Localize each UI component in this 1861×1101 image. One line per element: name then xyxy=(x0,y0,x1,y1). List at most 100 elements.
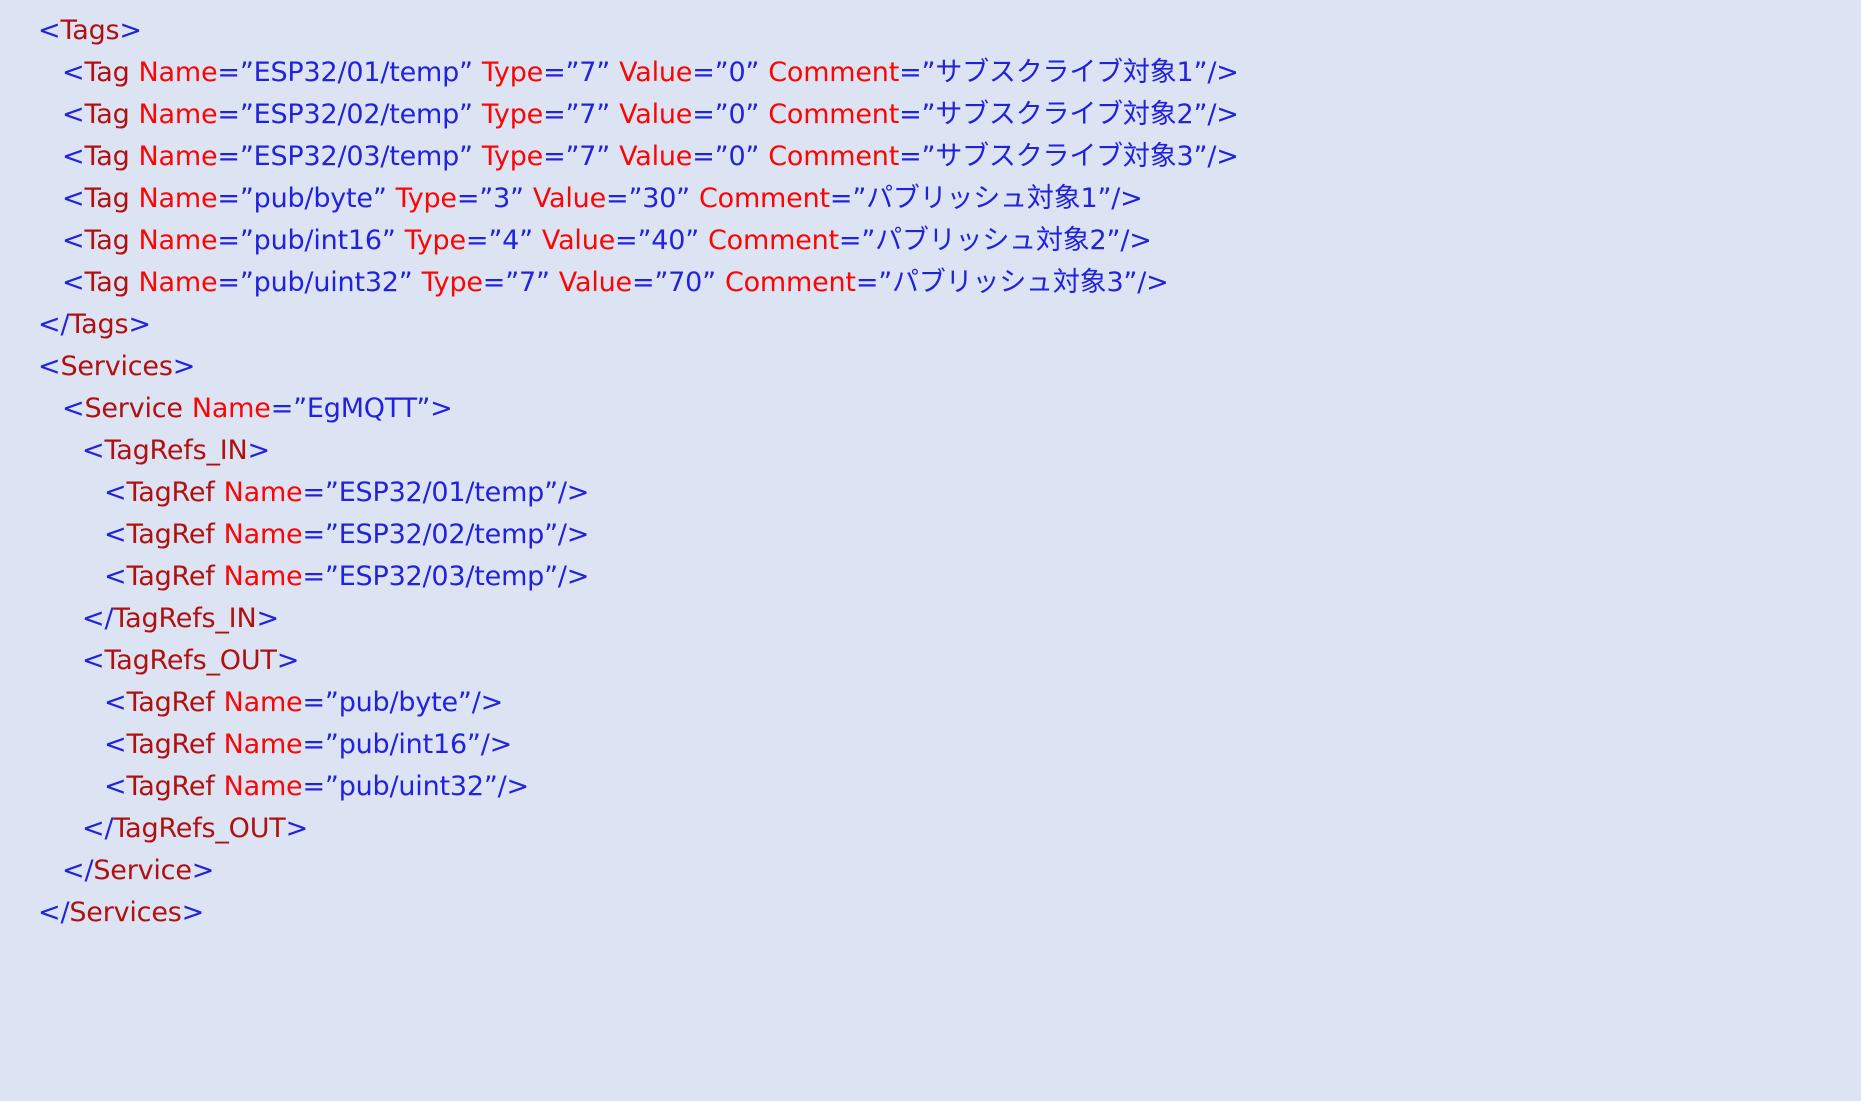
self-close-bracket: /> xyxy=(1111,183,1143,214)
code-line: </TagRefs_OUT> xyxy=(0,808,1861,850)
angle-bracket-close: > xyxy=(285,813,309,844)
attribute-value: ”0” xyxy=(714,99,760,130)
angle-bracket-close: > xyxy=(247,435,271,466)
attribute-value: ”パブリッシュ対象2” xyxy=(861,225,1121,256)
code-line: <TagRef Name=”ESP32/03/temp”/> xyxy=(0,556,1861,598)
equals-sign: = xyxy=(899,99,922,130)
attribute-value: ”40” xyxy=(637,225,700,256)
attribute-name: Comment xyxy=(768,141,900,172)
attribute-value: ”pub/uint32” xyxy=(239,267,413,298)
equals-sign: = xyxy=(302,771,325,802)
element-name: Tag xyxy=(84,141,130,172)
angle-bracket-close: > xyxy=(276,645,300,676)
attribute-value: ”pub/byte” xyxy=(239,183,387,214)
element-name: TagRefs_IN xyxy=(113,603,257,634)
element-name: TagRefs_OUT xyxy=(113,813,286,844)
equals-sign: = xyxy=(456,183,480,214)
attribute-name: Type xyxy=(481,57,544,88)
self-close-bracket: /> xyxy=(497,771,530,802)
attribute-name: Type xyxy=(404,225,466,256)
attribute-name: Value xyxy=(619,99,693,130)
attribute-name: Name xyxy=(138,99,218,130)
attribute-name: Value xyxy=(619,141,693,172)
code-line: <TagRef Name=”pub/int16”/> xyxy=(0,724,1861,766)
attribute-name: Value xyxy=(532,183,606,214)
equals-sign: = xyxy=(217,183,240,214)
attribute-name: Type xyxy=(395,183,457,214)
self-close-bracket: /> xyxy=(557,561,590,592)
element-name: TagRef xyxy=(126,729,215,760)
equals-sign: = xyxy=(606,183,629,214)
self-close-bracket: /> xyxy=(1207,57,1239,88)
attribute-value: ”70” xyxy=(654,267,716,298)
attribute-name: Name xyxy=(223,519,303,550)
equals-sign: = xyxy=(692,99,715,130)
attribute-name: Name xyxy=(223,687,303,718)
code-line: <Tags> xyxy=(0,10,1861,52)
slash: / xyxy=(60,897,70,928)
attribute-value: ”pub/int16” xyxy=(324,729,481,760)
self-close-bracket: /> xyxy=(1137,267,1169,298)
equals-sign: = xyxy=(270,393,294,424)
slash: / xyxy=(60,309,70,340)
attribute-name: Name xyxy=(138,267,218,298)
attribute-name: Name xyxy=(138,141,218,172)
attribute-value: ”ESP32/03/temp” xyxy=(239,141,473,172)
angle-bracket-close: > xyxy=(181,897,205,928)
angle-bracket-open: < xyxy=(104,771,127,802)
code-line: <TagRefs_OUT> xyxy=(0,640,1861,682)
angle-bracket-open: < xyxy=(104,729,127,760)
self-close-bracket: /> xyxy=(557,519,590,550)
code-line: <Tag Name=”ESP32/01/temp” Type=”7” Value=”0… xyxy=(0,52,1861,94)
angle-bracket-open: < xyxy=(62,183,85,214)
attribute-value: ”7” xyxy=(565,141,611,172)
attribute-name: Value xyxy=(619,57,693,88)
equals-sign: = xyxy=(465,225,489,256)
equals-sign: = xyxy=(543,141,566,172)
equals-sign: = xyxy=(829,183,853,214)
attribute-value: ”pub/uint32” xyxy=(324,771,498,802)
attribute-name: Comment xyxy=(768,57,900,88)
self-close-bracket: /> xyxy=(1207,141,1239,172)
code-line: </TagRefs_IN> xyxy=(0,598,1861,640)
attribute-value: ”7” xyxy=(505,267,550,298)
code-line: <Tag Name=”pub/byte” Type=”3” Value=”30” Com… xyxy=(0,178,1861,220)
attribute-name: Comment xyxy=(708,225,839,256)
equals-sign: = xyxy=(302,561,325,592)
attribute-value: ”pub/byte” xyxy=(324,687,472,718)
attribute-name: Comment xyxy=(698,183,830,214)
attribute-value: ”サブスクライブ対象1” xyxy=(921,57,1208,88)
equals-sign: = xyxy=(217,225,240,256)
code-line: <TagRefs_IN> xyxy=(0,430,1861,472)
angle-bracket-open: < xyxy=(82,813,105,844)
attribute-name: Name xyxy=(223,729,303,760)
equals-sign: = xyxy=(217,57,240,88)
element-name: TagRef xyxy=(126,519,215,550)
angle-bracket-close: > xyxy=(191,855,215,886)
equals-sign: = xyxy=(692,57,715,88)
attribute-value: ”7” xyxy=(565,99,611,130)
angle-bracket-open: < xyxy=(62,225,85,256)
angle-bracket-open: < xyxy=(38,897,61,928)
angle-bracket-open: < xyxy=(82,435,105,466)
attribute-name: Comment xyxy=(724,267,856,298)
attribute-value: ”サブスクライブ対象3” xyxy=(921,141,1208,172)
code-line: </Service> xyxy=(0,850,1861,892)
element-name: TagRef xyxy=(126,477,215,508)
equals-sign: = xyxy=(615,225,638,256)
element-name: Tag xyxy=(84,57,130,88)
element-name: Tag xyxy=(84,267,130,298)
code-line: <Tag Name=”pub/int16” Type=”4” Value=”40” Co… xyxy=(0,220,1861,262)
angle-bracket-open: < xyxy=(62,855,85,886)
equals-sign: = xyxy=(302,729,325,760)
element-name: TagRef xyxy=(126,687,215,718)
attribute-value: ”EgMQTT” xyxy=(293,393,431,424)
angle-bracket-open: < xyxy=(62,99,85,130)
attribute-name: Name xyxy=(138,225,218,256)
element-name: Services xyxy=(69,897,182,928)
code-line: </Services> xyxy=(0,892,1861,934)
attribute-value: ”30” xyxy=(628,183,690,214)
equals-sign: = xyxy=(217,267,240,298)
attribute-name: Name xyxy=(223,477,303,508)
attribute-value: ”ESP32/02/temp” xyxy=(324,519,558,550)
